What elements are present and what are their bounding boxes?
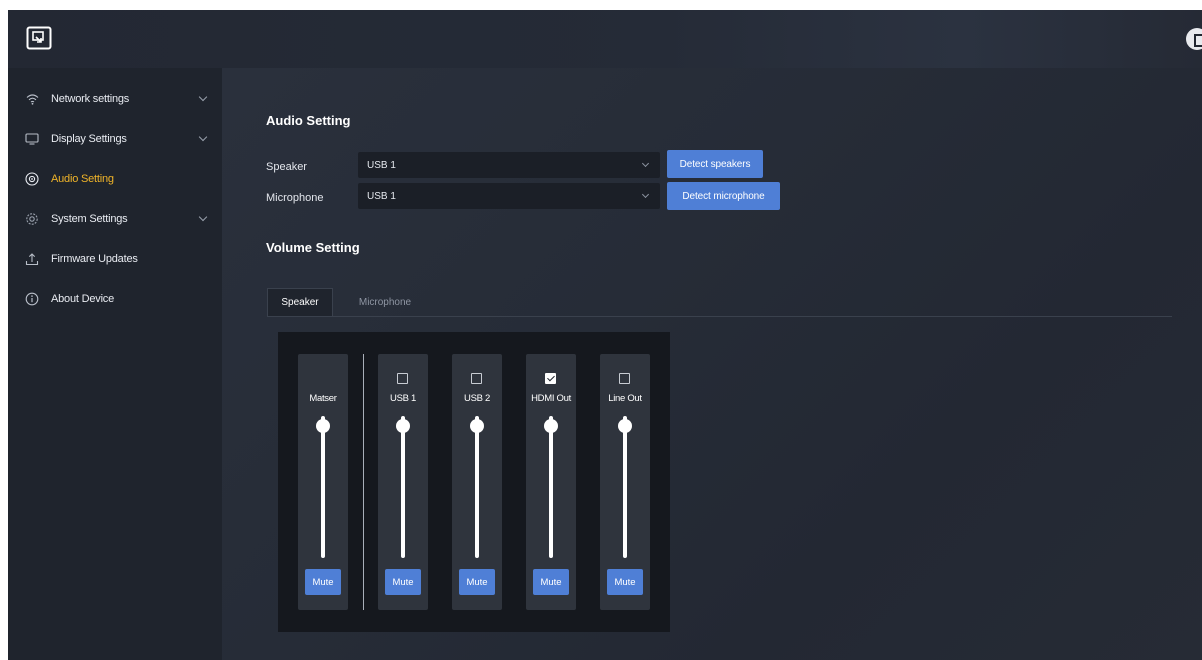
- channel-label: Line Out: [608, 393, 642, 404]
- upload-icon: [25, 252, 39, 266]
- volume-slider-track[interactable]: [321, 416, 325, 558]
- volume-slider-track[interactable]: [623, 416, 627, 558]
- detect-speakers-button[interactable]: Detect speakers: [667, 150, 763, 178]
- wifi-icon: [25, 92, 39, 106]
- main-content: Audio Setting Speaker USB 1 Detect speak…: [222, 68, 1202, 660]
- sidebar-item-firmware-updates[interactable]: Firmware Updates: [8, 239, 222, 279]
- tab-divider: [267, 316, 1172, 317]
- logout-icon[interactable]: [1186, 28, 1202, 50]
- mute-button[interactable]: Mute: [533, 569, 569, 595]
- top-bar: [8, 10, 1202, 68]
- speaker-label: Speaker: [266, 161, 307, 173]
- microphone-select-value: USB 1: [367, 190, 396, 202]
- volume-mixer: Matser Mute USB 1 Mute USB 2 Mute HDMI O…: [278, 332, 670, 632]
- mute-button[interactable]: Mute: [305, 569, 341, 595]
- channel-label: HDMI Out: [531, 393, 571, 404]
- sidebar-item-about-device[interactable]: About Device: [8, 279, 222, 319]
- screen-share-logo-icon[interactable]: [26, 26, 52, 50]
- channel-usb-2: USB 2 Mute: [452, 354, 502, 610]
- sidebar-item-label: Display Settings: [51, 133, 127, 145]
- tab-microphone[interactable]: Microphone: [345, 288, 425, 316]
- channel-checkbox[interactable]: [545, 373, 556, 384]
- channel-label: Matser: [309, 393, 337, 404]
- volume-setting-title: Volume Setting: [266, 240, 360, 255]
- sidebar-item-label: About Device: [51, 293, 115, 305]
- channel-usb-1: USB 1 Mute: [378, 354, 428, 610]
- sidebar-item-display-settings[interactable]: Display Settings: [8, 119, 222, 159]
- microphone-label: Microphone: [266, 192, 324, 204]
- sidebar-item-label: System Settings: [51, 213, 128, 225]
- sidebar: Network settings Display Settings Audio …: [8, 68, 222, 660]
- volume-slider-track[interactable]: [549, 416, 553, 558]
- speaker-select[interactable]: USB 1: [358, 152, 660, 178]
- microphone-select[interactable]: USB 1: [358, 183, 660, 209]
- sidebar-item-audio-setting[interactable]: Audio Setting: [8, 159, 222, 199]
- audio-setting-title: Audio Setting: [266, 113, 351, 128]
- tab-speaker[interactable]: Speaker: [267, 288, 333, 316]
- volume-slider-track[interactable]: [475, 416, 479, 558]
- detect-microphone-button[interactable]: Detect microphone: [667, 182, 780, 210]
- app-window: Network settings Display Settings Audio …: [8, 10, 1202, 660]
- chevron-down-icon: [198, 132, 208, 142]
- volume-slider-track[interactable]: [401, 416, 405, 558]
- sidebar-item-label: Audio Setting: [51, 173, 114, 185]
- monitor-icon: [25, 132, 39, 146]
- mute-button[interactable]: Mute: [459, 569, 495, 595]
- sidebar-item-system-settings[interactable]: System Settings: [8, 199, 222, 239]
- volume-slider-thumb[interactable]: [396, 419, 410, 434]
- info-icon: [25, 292, 39, 306]
- channel-hdmi-out: HDMI Out Mute: [526, 354, 576, 610]
- volume-slider-thumb[interactable]: [470, 419, 484, 434]
- channel-checkbox[interactable]: [397, 373, 408, 384]
- gear-icon: [25, 212, 39, 226]
- speaker-select-value: USB 1: [367, 159, 396, 171]
- volume-slider-thumb[interactable]: [618, 419, 632, 434]
- mute-button[interactable]: Mute: [607, 569, 643, 595]
- channel-checkbox[interactable]: [619, 373, 630, 384]
- chevron-down-icon: [641, 159, 650, 168]
- sidebar-item-label: Firmware Updates: [51, 253, 138, 265]
- mute-button[interactable]: Mute: [385, 569, 421, 595]
- speaker-icon: [25, 172, 39, 186]
- channel-label: USB 1: [390, 393, 416, 404]
- channel-line-out: Line Out Mute: [600, 354, 650, 610]
- sidebar-item-label: Network settings: [51, 93, 130, 105]
- volume-slider-thumb[interactable]: [316, 419, 330, 434]
- chevron-down-icon: [198, 212, 208, 222]
- chevron-down-icon: [641, 190, 650, 199]
- volume-slider-thumb[interactable]: [544, 419, 558, 434]
- mixer-divider: [363, 354, 364, 610]
- sidebar-item-network-settings[interactable]: Network settings: [8, 79, 222, 119]
- channel-checkbox[interactable]: [471, 373, 482, 384]
- channel-label: USB 2: [464, 393, 490, 404]
- channel-master: Matser Mute: [298, 354, 348, 610]
- chevron-down-icon: [198, 92, 208, 102]
